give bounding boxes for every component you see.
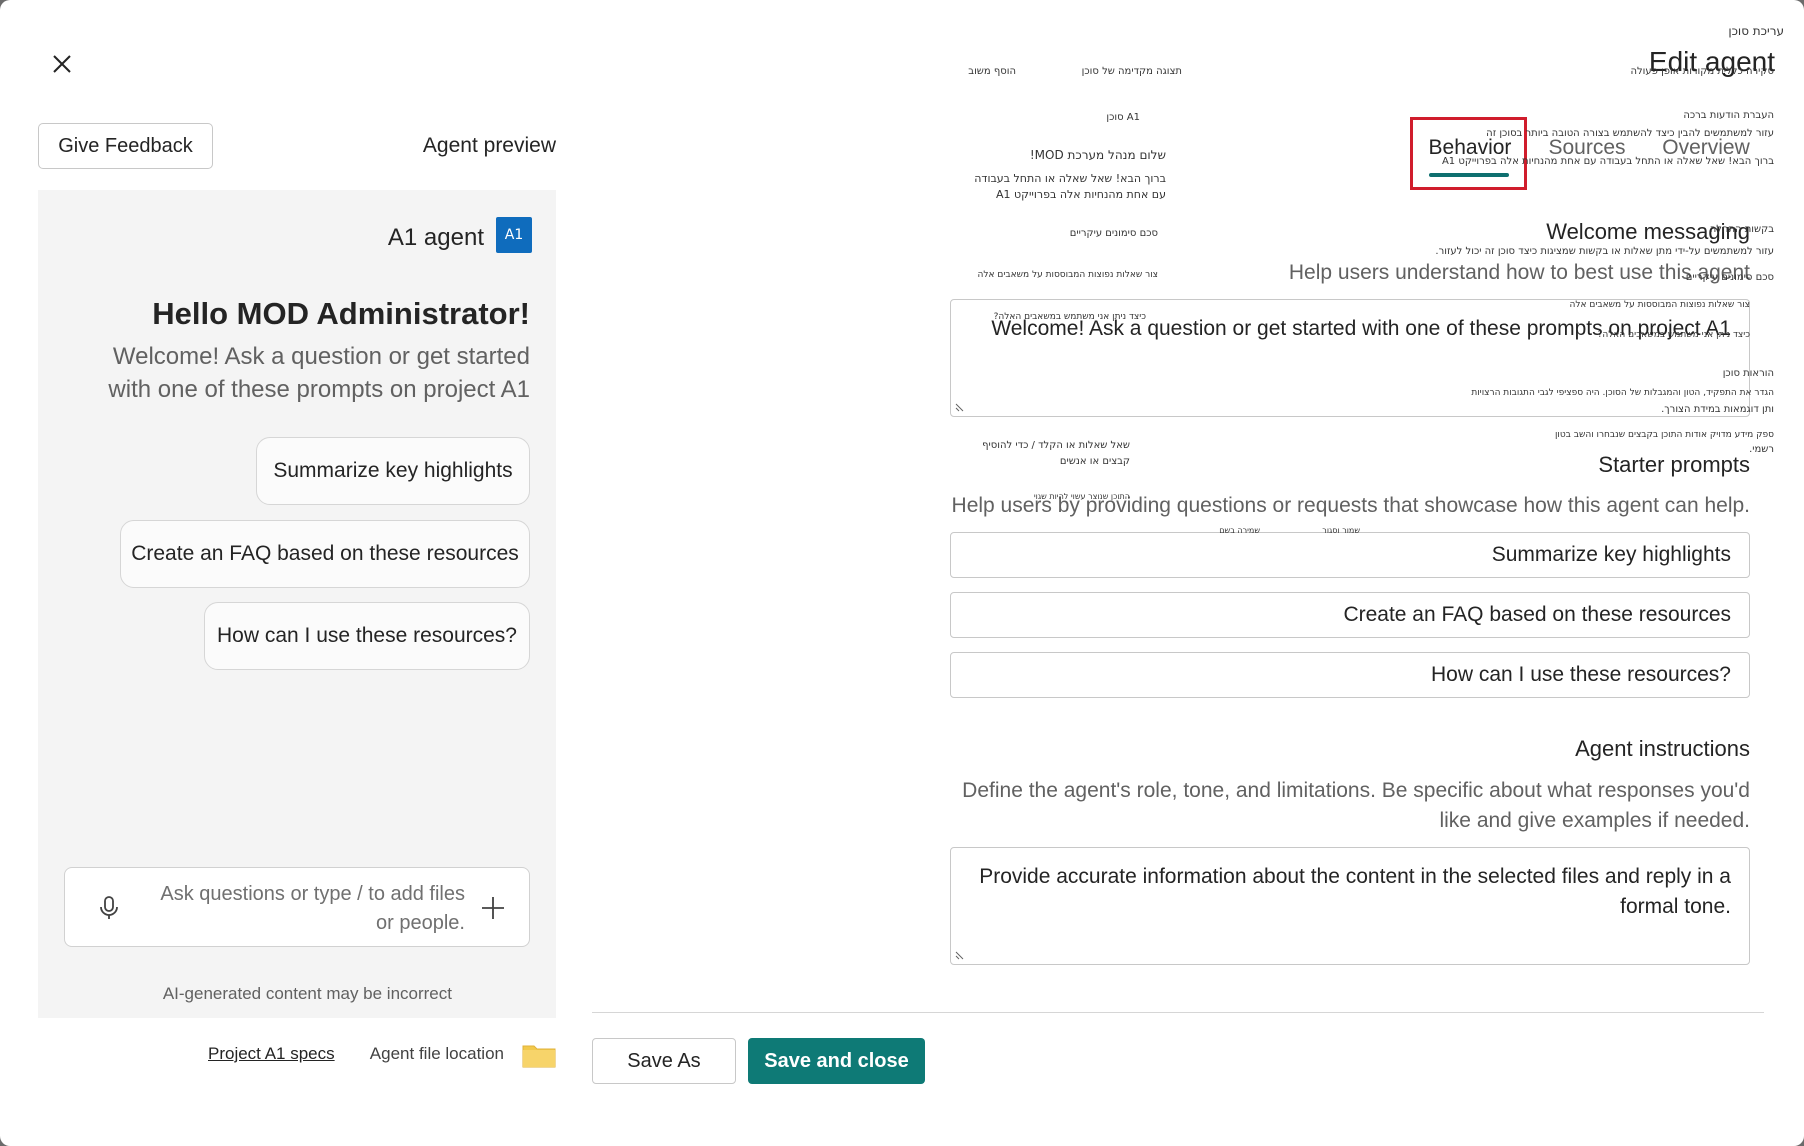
hebrew-preview-header: תצוגה מקדימה של סוכן (1081, 66, 1182, 77)
hebrew-how-use-right: כיצד ניתן אני משתמש במשאבים האלה? (1597, 330, 1750, 340)
prompt-chip-faq[interactable]: Create an FAQ based on these resources (120, 520, 530, 588)
hebrew-faq: צור שאלות נפוצות המבוססות על משאבים אלה (977, 270, 1158, 280)
agent-file-location-row: Agent file location Project A1 specs (200, 1040, 556, 1070)
close-icon (53, 55, 71, 73)
hebrew-welcome-line-2: עם אחת מהנחיות אלה בפרוייקט A1 (996, 188, 1166, 201)
close-button[interactable] (42, 44, 82, 84)
chat-input-placeholder: Ask questions or type / to add files or … (160, 883, 465, 934)
hebrew-faq-right: צור שאלות נפוצות המבוססות על משאבים אלה (1569, 300, 1750, 310)
agent-instructions-title: Agent instructions (1575, 736, 1750, 761)
hebrew-instructions-value-2: רשמי. (1749, 444, 1774, 455)
agent-avatar: A1 (496, 217, 532, 253)
microphone-icon[interactable] (95, 894, 123, 922)
hebrew-hello-admin: שלום מנהל מערכת MOD! (1029, 148, 1166, 162)
welcome-messaging-description: Help users understand how to best use th… (1288, 261, 1750, 284)
starter-prompt-1[interactable] (950, 532, 1750, 578)
starter-prompt-3-input[interactable] (951, 653, 1749, 697)
hebrew-save-close: שמור וסגור (1322, 526, 1360, 535)
give-feedback-button[interactable]: Give Feedback (38, 123, 213, 169)
hebrew-instructions: הוראות סוכן (1722, 368, 1774, 379)
resize-handle-icon[interactable] (955, 400, 967, 412)
prompt-chip-summarize[interactable]: Summarize key highlights (256, 437, 530, 505)
starter-prompt-3[interactable] (950, 652, 1750, 698)
hebrew-ask-add-2: קבצים או אנשים (1059, 456, 1130, 467)
save-and-close-button[interactable]: Save and close (748, 1038, 925, 1084)
save-as-button[interactable]: Save As (592, 1038, 736, 1084)
hebrew-instructions-help: הגדר את התפקיד, הטון והמגבלות של הסוכן. … (1471, 388, 1774, 398)
starter-prompt-2-input[interactable] (951, 593, 1749, 637)
hebrew-ai-generated: התוכן שנוצר עשוי להיות שגוי (1033, 492, 1130, 501)
hebrew-instructions-help-2: ותן דוגמאות במידת הצורך. (1661, 404, 1774, 415)
hebrew-welcome-messages: העברת הודעות ברכה (1683, 110, 1774, 121)
hebrew-agent-label: A1 סוכן (1106, 112, 1140, 123)
ai-disclaimer: AI-generated content may be incorrect (162, 984, 452, 1003)
starter-prompt-2[interactable] (950, 592, 1750, 638)
hebrew-starter-help: עזור למשתמשים על-ידי מתן שאלות או בקשות … (1435, 246, 1774, 257)
hebrew-welcome-help: עזור למשתמשים להבין כיצד להשתמש בצורה הט… (1486, 128, 1774, 139)
edit-agent-dialog: Give Feedback Agent preview A1 A1 agent … (0, 0, 1804, 1146)
hebrew-add-feedback: הוסף משוב (968, 66, 1016, 77)
hebrew-save-as: שמירה בשם (1219, 526, 1260, 535)
folder-icon (522, 1045, 556, 1068)
agent-file-location-label: Agent file location (369, 1044, 504, 1063)
agent-preview-title: Agent preview (422, 134, 556, 157)
agent-instructions-description: Define the agent's role, tone, and limit… (962, 779, 1750, 832)
agent-instructions-field[interactable] (950, 847, 1750, 965)
hebrew-how-use: כיצד ניתן אני משתמש במשאבים האלה? (993, 312, 1146, 322)
hebrew-summarize-right: סכם סימונים עיקריים (1685, 272, 1774, 283)
project-file-link[interactable]: Project A1 specs (208, 1044, 335, 1064)
hebrew-summarize: סכם סימונים עיקריים (1069, 228, 1158, 239)
active-tab-indicator (1429, 173, 1509, 177)
hebrew-welcome-text-small: ברוך הבא! שאל שאלה או התחל בעבודה עם אחת… (1441, 156, 1774, 167)
hebrew-welcome-line-1: ברוך הבא! שאל שאלה או התחל בעבודה (974, 172, 1166, 185)
add-attachment-icon[interactable] (479, 894, 507, 922)
hebrew-edit-agent: עריכת סוכן (1728, 24, 1784, 38)
chat-greeting: Hello MOD Administrator! (152, 296, 530, 331)
footer-divider (592, 1012, 1764, 1013)
resize-handle-icon[interactable] (955, 948, 967, 960)
welcome-messaging-title: Welcome messaging (1546, 219, 1750, 244)
hebrew-starter-request: בקשות התחלה (1709, 224, 1774, 235)
hebrew-ask-add: שאל שאלות או הקלד / כדי להוסיף (982, 440, 1130, 451)
chat-welcome-message: Welcome! Ask a question or get started w… (108, 343, 530, 403)
hebrew-tabs-row: סקירה כללית מקורות אופן פעולה (1630, 66, 1774, 77)
agent-name: A1 agent (387, 224, 484, 251)
hebrew-instructions-value: ספק מידע מדויק אודות התוכן בקבצים שנבחרו… (1554, 430, 1774, 440)
starter-prompts-title: Starter prompts (1598, 452, 1750, 477)
agent-instructions-textarea[interactable] (951, 848, 1749, 964)
prompt-chip-how-to-use[interactable]: How can I use these resources? (204, 602, 530, 670)
starter-prompt-1-input[interactable] (951, 533, 1749, 577)
chat-input-box[interactable]: Ask questions or type / to add files or … (64, 867, 530, 947)
